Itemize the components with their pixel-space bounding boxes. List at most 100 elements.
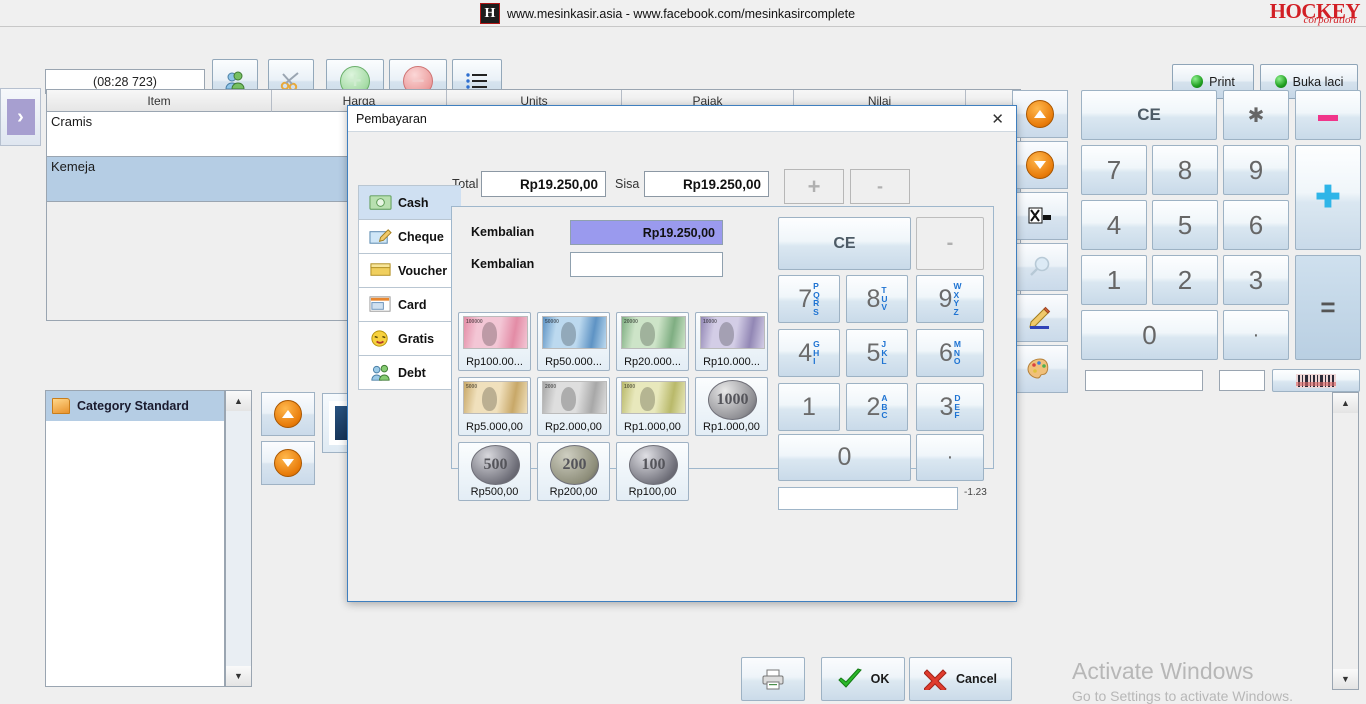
denomination-button[interactable]: 5000 Rp5.000,00 <box>458 377 531 436</box>
denomination-button[interactable]: 1000 Rp1.000,00 <box>695 377 768 436</box>
barcode-icon <box>1296 373 1336 388</box>
dialog-keypad-key-6[interactable]: 6MNO <box>916 329 984 377</box>
key-digit: 2 <box>866 392 881 421</box>
coin-image: 500 <box>471 445 520 485</box>
scrollbar-down-arrow-icon[interactable]: ▼ <box>226 666 251 686</box>
move-up-button[interactable] <box>1012 90 1068 138</box>
banknote-image: 10000 <box>700 316 765 349</box>
scroll-down-icon <box>274 449 302 477</box>
expand-panel-button[interactable]: › <box>0 88 41 146</box>
green-status-dot-icon <box>1191 75 1204 88</box>
denomination-button[interactable]: 20000 Rp20.000... <box>616 312 689 371</box>
right-scrollbar[interactable]: ▲ ▼ <box>1332 392 1359 690</box>
dialog-keypad-key-8[interactable]: 8TUV <box>846 275 908 323</box>
kembalian-input[interactable] <box>570 252 723 277</box>
increase-payment-button[interactable]: + <box>784 169 844 204</box>
col-item[interactable]: Item <box>47 90 272 112</box>
denomination-button[interactable]: 50000 Rp50.000... <box>537 312 610 371</box>
dialog-amount-input[interactable] <box>778 487 958 510</box>
tab-voucher[interactable]: Voucher <box>358 253 461 288</box>
secondary-input[interactable] <box>1219 370 1265 391</box>
keypad-key-2[interactable]: 2 <box>1152 255 1218 305</box>
banknote-image: 2000 <box>542 381 607 414</box>
keypad-plus-button[interactable]: ✚ <box>1295 145 1361 250</box>
banner-center: H www.mesinkasir.asia - www.facebook.com… <box>480 3 855 24</box>
keypad-key-4[interactable]: 4 <box>1081 200 1147 250</box>
dialog-keypad-key-2[interactable]: 2ABC <box>846 383 908 431</box>
keypad-ce-button[interactable]: CE <box>1081 90 1217 140</box>
denomination-button[interactable]: 1000 Rp1.000,00 <box>616 377 689 436</box>
dialog-keypad-key-9[interactable]: 9WXYZ <box>916 275 984 323</box>
edit-button[interactable] <box>1012 294 1068 342</box>
keypad-key-9[interactable]: 9 <box>1223 145 1289 195</box>
scrollbar-track[interactable] <box>226 411 251 666</box>
denomination-button[interactable]: 500 Rp500,00 <box>458 442 531 501</box>
keypad-key-dot[interactable]: · <box>1223 310 1289 360</box>
category-move-up-button[interactable] <box>261 392 315 436</box>
scroll-down-icon <box>1026 151 1054 179</box>
denomination-button[interactable]: 200 Rp200,00 <box>537 442 610 501</box>
keypad-equals-button[interactable]: = <box>1295 255 1361 360</box>
dialog-keypad-key-7[interactable]: 7PQRS <box>778 275 840 323</box>
dialog-keypad-key-1[interactable]: 1 <box>778 383 840 431</box>
barcode-button[interactable] <box>1272 369 1360 392</box>
keypad-key-6[interactable]: 6 <box>1223 200 1289 250</box>
category-list-item-selected[interactable]: Category Standard <box>46 391 224 421</box>
keypad-key-5[interactable]: 5 <box>1152 200 1218 250</box>
print-button-label: Print <box>1209 74 1235 89</box>
keypad-star-button[interactable]: ✱ <box>1223 90 1289 140</box>
tab-cash-label: Cash <box>398 195 429 210</box>
banknote-image: 50000 <box>542 316 607 349</box>
tab-cheque[interactable]: Cheque <box>358 219 461 254</box>
quantity-input[interactable] <box>1085 370 1203 391</box>
tab-card[interactable]: Card <box>358 287 461 322</box>
denomination-button[interactable]: 2000 Rp2.000,00 <box>537 377 610 436</box>
dialog-keypad-key-0[interactable]: 0 <box>778 434 911 481</box>
denomination-button[interactable]: 100000 Rp100.00... <box>458 312 531 371</box>
coin-image: 200 <box>550 445 599 485</box>
main-toolbar: (08:28 723) + − Print Buka laci <box>0 28 1366 103</box>
category-list[interactable]: Category Standard <box>45 390 225 687</box>
palette-icon <box>1027 358 1049 379</box>
dialog-keypad-ce-button[interactable]: CE <box>778 217 911 270</box>
decrease-payment-button[interactable]: - <box>850 169 910 204</box>
tab-debt[interactable]: Debt <box>358 355 461 390</box>
chevron-right-icon: › <box>6 99 35 135</box>
denomination-label: Rp1.000,00 <box>624 421 681 433</box>
close-icon[interactable]: ✕ <box>987 110 1008 128</box>
cell-item: Cramis <box>51 114 93 129</box>
denomination-button[interactable]: 10000 Rp10.000... <box>695 312 768 371</box>
dialog-keypad-key-4[interactable]: 4GHI <box>778 329 840 377</box>
keypad-key-3[interactable]: 3 <box>1223 255 1289 305</box>
category-scrollbar[interactable]: ▲ ▼ <box>225 390 252 687</box>
dialog-print-button[interactable] <box>741 657 805 701</box>
tab-gratis[interactable]: Gratis <box>358 321 461 356</box>
scrollbar-track[interactable] <box>1333 413 1358 669</box>
dialog-ok-button[interactable]: OK <box>821 657 905 701</box>
printer-icon <box>762 669 784 690</box>
scrollbar-up-arrow-icon[interactable]: ▲ <box>226 391 251 411</box>
tab-cash[interactable]: Cash <box>358 185 461 220</box>
keypad-key-0[interactable]: 0 <box>1081 310 1218 360</box>
key-digit: 3 <box>939 392 954 421</box>
dialog-keypad-key-dot[interactable]: · <box>916 434 984 481</box>
total-value-field: Rp19.250,00 <box>481 171 606 197</box>
scrollbar-down-arrow-icon[interactable]: ▼ <box>1333 669 1358 689</box>
export-button[interactable] <box>1012 192 1068 240</box>
denomination-button[interactable]: 100 Rp100,00 <box>616 442 689 501</box>
keypad-key-8[interactable]: 8 <box>1152 145 1218 195</box>
kembalian-label-2: Kembalian <box>471 257 535 271</box>
dialog-amount-bar: Total Rp19.250,00 Sisa Rp19.250,00 + - <box>348 133 1016 204</box>
move-down-button[interactable] <box>1012 141 1068 189</box>
keypad-key-1[interactable]: 1 <box>1081 255 1147 305</box>
category-label: Category Standard <box>77 399 189 413</box>
keypad-minus-button[interactable]: ▬ <box>1295 90 1361 140</box>
keypad-key-7[interactable]: 7 <box>1081 145 1147 195</box>
dialog-keypad-key-3[interactable]: 3DEF <box>916 383 984 431</box>
dialog-keypad-dash-button[interactable]: - <box>916 217 984 270</box>
category-move-down-button[interactable] <box>261 441 315 485</box>
dialog-cancel-button[interactable]: Cancel <box>909 657 1012 701</box>
dialog-keypad-key-5[interactable]: 5JKL <box>846 329 908 377</box>
palette-button[interactable] <box>1012 345 1068 393</box>
scrollbar-up-arrow-icon[interactable]: ▲ <box>1333 393 1358 413</box>
